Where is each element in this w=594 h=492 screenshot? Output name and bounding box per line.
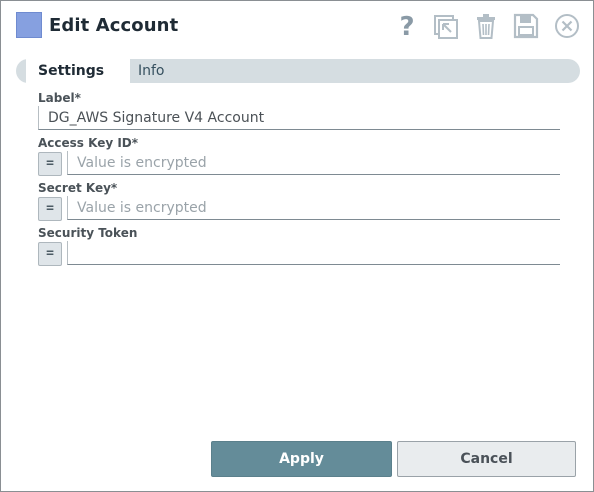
edit-account-dialog: Edit Account ? Settings Info Label* DG_A… xyxy=(0,0,594,492)
open-in-new-icon[interactable] xyxy=(430,11,460,41)
tab-bar: Settings Info xyxy=(16,59,580,83)
save-icon[interactable] xyxy=(511,11,541,41)
close-icon[interactable] xyxy=(553,11,583,41)
tab-info[interactable]: Info xyxy=(138,59,165,83)
cancel-button[interactable]: Cancel xyxy=(397,441,576,477)
security-token-expression-button[interactable]: = xyxy=(38,242,62,266)
secret-key-input[interactable] xyxy=(67,196,560,220)
secret-key-expression-button[interactable]: = xyxy=(38,197,62,221)
secret-key-label: Secret Key* xyxy=(38,181,118,195)
tab-settings[interactable]: Settings xyxy=(26,59,130,83)
access-key-expression-button[interactable]: = xyxy=(38,152,62,176)
dialog-title: Edit Account xyxy=(49,15,179,36)
label-field-label: Label* xyxy=(38,91,81,105)
security-token-input[interactable] xyxy=(67,241,560,265)
app-icon xyxy=(16,12,42,38)
access-key-input[interactable] xyxy=(67,151,560,175)
help-icon[interactable]: ? xyxy=(392,11,422,41)
security-token-label: Security Token xyxy=(38,226,138,240)
svg-text:?: ? xyxy=(399,12,414,41)
apply-button[interactable]: Apply xyxy=(211,441,392,477)
label-input[interactable] xyxy=(38,106,560,130)
dialog-header: Edit Account ? xyxy=(1,1,593,51)
access-key-label: Access Key ID* xyxy=(38,136,139,150)
trash-icon[interactable] xyxy=(471,11,501,41)
